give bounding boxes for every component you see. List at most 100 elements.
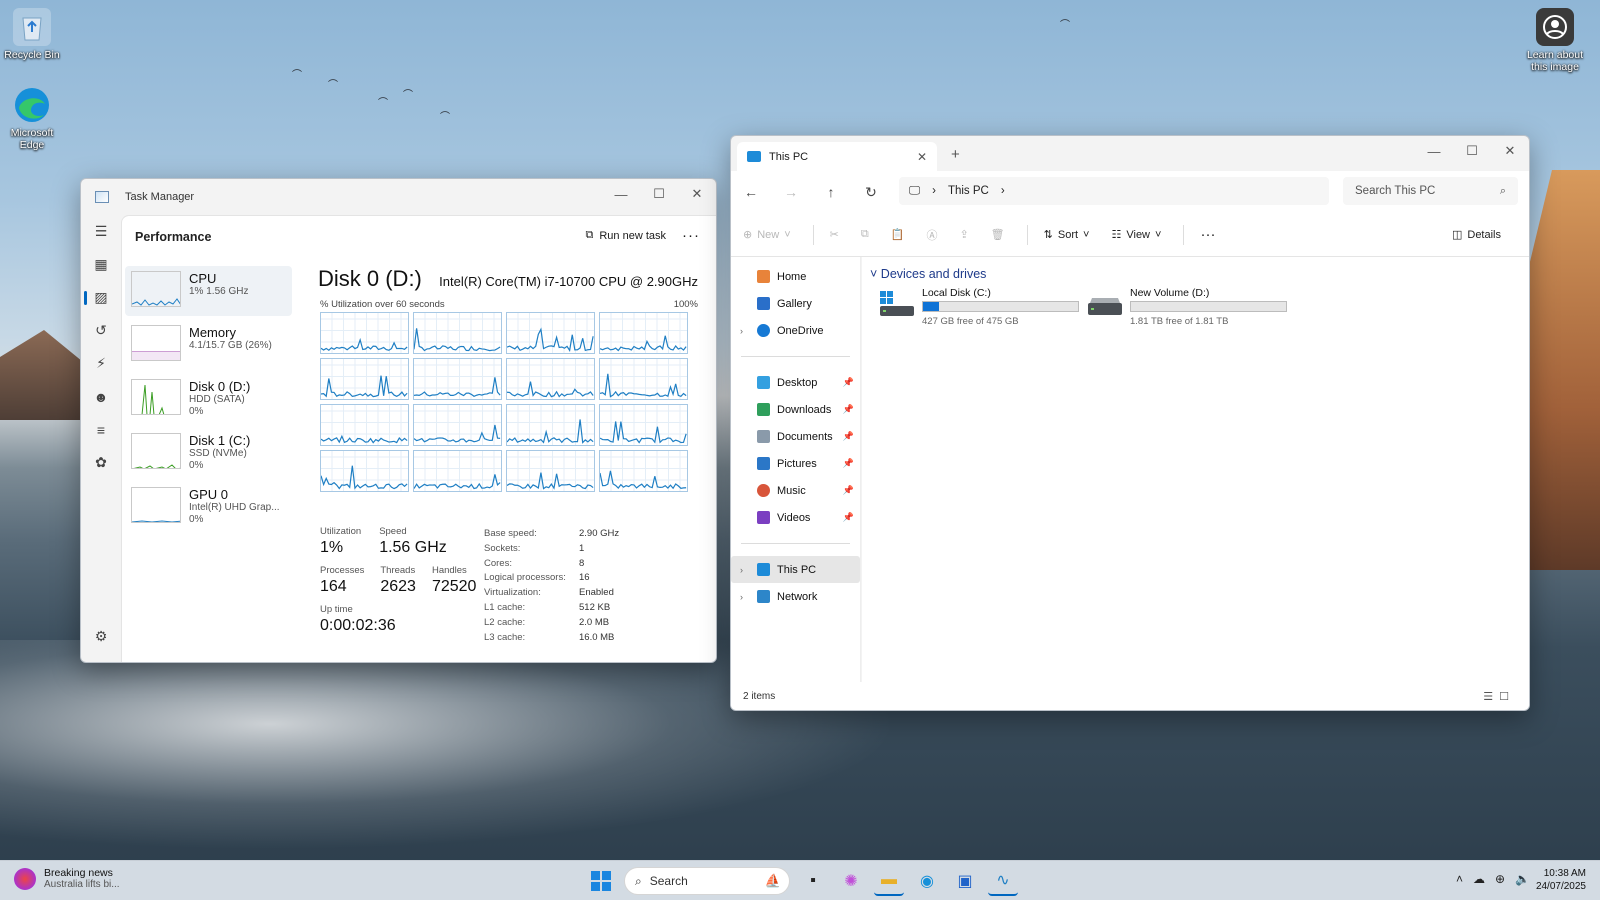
sidebar-item-documents[interactable]: Documents 📌 xyxy=(731,423,860,450)
sidebar-item-downloads[interactable]: Downloads 📌 xyxy=(731,396,860,423)
spec-row: L3 cache: 16.0 MB xyxy=(484,631,615,643)
sidebar-item-music[interactable]: Music 📌 xyxy=(731,477,860,504)
sort-button[interactable]: ⇅ Sort ˅ xyxy=(1044,228,1090,242)
refresh-icon[interactable]: ↻ xyxy=(851,184,891,201)
clock[interactable]: 10:38 AM 24/07/2025 xyxy=(1536,867,1586,893)
pin-icon[interactable]: 📌 xyxy=(843,458,854,469)
music-icon xyxy=(757,484,770,497)
taskbar-search-input[interactable]: ⌕ Search ⛵ xyxy=(624,867,790,895)
store-icon[interactable]: ▣ xyxy=(950,866,980,896)
pin-icon[interactable]: 📌 xyxy=(843,512,854,523)
view-button[interactable]: ☷ View ˅ xyxy=(1111,228,1161,242)
maximize-button[interactable]: ☐ xyxy=(1453,136,1491,166)
drive-d[interactable]: New Volume (D:) 1.81 TB free of 1.81 TB xyxy=(1088,287,1288,327)
onedrive-offline-icon[interactable]: ☁ xyxy=(1473,872,1485,886)
copilot-icon[interactable]: ✺ xyxy=(836,866,866,896)
new-tab-button[interactable]: + xyxy=(951,146,960,163)
pin-icon[interactable]: 📌 xyxy=(843,431,854,442)
delete-icon[interactable]: 🗑 xyxy=(991,228,1005,241)
details-view-icon[interactable]: ☰ xyxy=(1483,691,1499,703)
logical-processor-graph xyxy=(320,358,409,400)
desktop-icon-recycle-bin[interactable]: Recycle Bin xyxy=(0,8,64,61)
sidebar-item-pictures[interactable]: Pictures 📌 xyxy=(731,450,860,477)
file-explorer-icon[interactable]: ▬ xyxy=(874,866,904,896)
perf-item-cpu[interactable]: CPU 1% 1.56 GHz xyxy=(125,266,292,316)
task-manager-app-icon xyxy=(95,191,109,203)
paste-icon[interactable]: 📋 xyxy=(891,228,905,241)
sidebar-item-network[interactable]: › Network xyxy=(731,583,860,610)
perf-item-memory[interactable]: Memory 4.1/15.7 GB (26%) xyxy=(125,320,292,370)
item-count: 2 items xyxy=(743,690,776,702)
chevron-up-icon[interactable]: ˄ xyxy=(1456,872,1463,886)
chevron-right-icon[interactable]: › xyxy=(1001,185,1005,197)
network-icon[interactable]: ⊕ xyxy=(1495,872,1505,886)
sidebar-item-desktop[interactable]: Desktop 📌 xyxy=(731,369,860,396)
divider xyxy=(1026,224,1028,245)
share-icon[interactable]: ⇪ xyxy=(959,228,968,241)
volume-icon[interactable]: 🔈 xyxy=(1515,872,1530,886)
settings-gear-icon[interactable]: ⚙ xyxy=(81,620,121,653)
more-options-icon[interactable]: ··· xyxy=(1200,226,1215,243)
sidebar-item-home[interactable]: Home xyxy=(731,263,860,290)
processes-icon[interactable]: ▦ xyxy=(81,248,121,281)
perf-item-disk-1[interactable]: Disk 1 (C:) SSD (NVMe) 0% xyxy=(125,428,292,478)
edge-icon[interactable]: ◉ xyxy=(912,866,942,896)
copy-icon[interactable]: ⧉ xyxy=(861,228,869,241)
sidebar-item-videos[interactable]: Videos 📌 xyxy=(731,504,860,531)
drive-usage-bar xyxy=(1130,301,1287,312)
close-button[interactable]: ✕ xyxy=(678,179,716,209)
minimize-button[interactable]: — xyxy=(1415,136,1453,166)
new-button[interactable]: ⊕ New ˅ xyxy=(743,228,791,242)
run-new-task-button[interactable]: ⧉ Run new task xyxy=(585,229,666,242)
view-toggle[interactable]: ☰☐ xyxy=(1483,690,1515,703)
breadcrumb[interactable]: This PC xyxy=(948,185,989,197)
users-icon[interactable]: ☻ xyxy=(81,380,121,413)
tab-this-pc[interactable]: This PC ✕ xyxy=(737,142,937,171)
disk0-sparkline xyxy=(131,379,181,415)
app-history-icon[interactable]: ↺ xyxy=(81,314,121,347)
more-options-icon[interactable]: ··· xyxy=(682,227,700,244)
tiles-view-icon[interactable]: ☐ xyxy=(1499,691,1515,703)
cpu-stats: Utilization 1% Speed 1.56 GHz Processes 164… xyxy=(320,526,490,635)
sidebar-item-onedrive[interactable]: › OneDrive xyxy=(731,317,860,344)
pin-icon[interactable]: 📌 xyxy=(843,377,854,388)
startup-apps-icon[interactable]: ⚡ xyxy=(81,347,121,380)
details-pane-button[interactable]: ◫ Details xyxy=(1452,228,1501,242)
up-arrow-icon[interactable]: ↑ xyxy=(811,184,851,200)
details-icon[interactable]: ≡ xyxy=(81,413,121,446)
news-widget[interactable]: Breaking news Australia lifts bi... xyxy=(14,867,120,890)
address-bar[interactable]: 🖵 › This PC › xyxy=(899,177,1329,205)
minimize-button[interactable]: — xyxy=(602,179,640,209)
group-header[interactable]: ˅ Devices and drives xyxy=(870,267,986,281)
forward-arrow-icon[interactable]: → xyxy=(771,184,811,200)
perf-item-disk-0[interactable]: Disk 0 (D:) HDD (SATA) 0% xyxy=(125,374,292,424)
desktop-icon-edge[interactable]: Microsoft Edge xyxy=(0,86,64,151)
maximize-button[interactable]: ☐ xyxy=(640,179,678,209)
hamburger-menu-icon[interactable]: ☰ xyxy=(81,215,121,248)
search-input[interactable]: Search This PC ⌕ xyxy=(1343,177,1518,205)
pin-icon[interactable]: 📌 xyxy=(843,485,854,496)
chevron-right-icon[interactable]: › xyxy=(740,565,743,575)
rename-icon[interactable]: Ⓐ xyxy=(926,227,937,243)
start-button[interactable] xyxy=(586,866,616,896)
close-button[interactable]: ✕ xyxy=(1491,136,1529,166)
utilization-max: 100% xyxy=(673,299,698,310)
services-icon[interactable]: ✿ xyxy=(81,446,121,479)
chevron-right-icon[interactable]: › xyxy=(740,326,743,336)
desktop-icon-learn-about-image[interactable]: Learn about this image xyxy=(1520,8,1590,73)
performance-icon[interactable]: ▨ xyxy=(81,281,121,314)
utilization-line xyxy=(507,419,593,442)
logical-processor-graph xyxy=(599,450,688,492)
sidebar-item-gallery[interactable]: Gallery xyxy=(731,290,860,317)
navigation-pane: Home Gallery › OneDrive Desktop 📌 Download… xyxy=(731,257,861,682)
task-manager-icon[interactable]: ∿ xyxy=(988,866,1018,896)
pin-icon[interactable]: 📌 xyxy=(843,404,854,415)
drive-c[interactable]: Local Disk (C:) 427 GB free of 475 GB xyxy=(880,287,1080,327)
task-view-icon[interactable]: ▪ xyxy=(798,866,828,896)
sidebar-item-this-pc[interactable]: › This PC xyxy=(731,556,860,583)
back-arrow-icon[interactable]: ← xyxy=(731,184,771,200)
perf-item-gpu-0[interactable]: GPU 0 Intel(R) UHD Grap... 0% xyxy=(125,482,292,532)
cut-icon[interactable]: ✂ xyxy=(830,228,839,241)
chevron-right-icon[interactable]: › xyxy=(740,592,743,602)
close-tab-icon[interactable]: ✕ xyxy=(917,150,927,164)
